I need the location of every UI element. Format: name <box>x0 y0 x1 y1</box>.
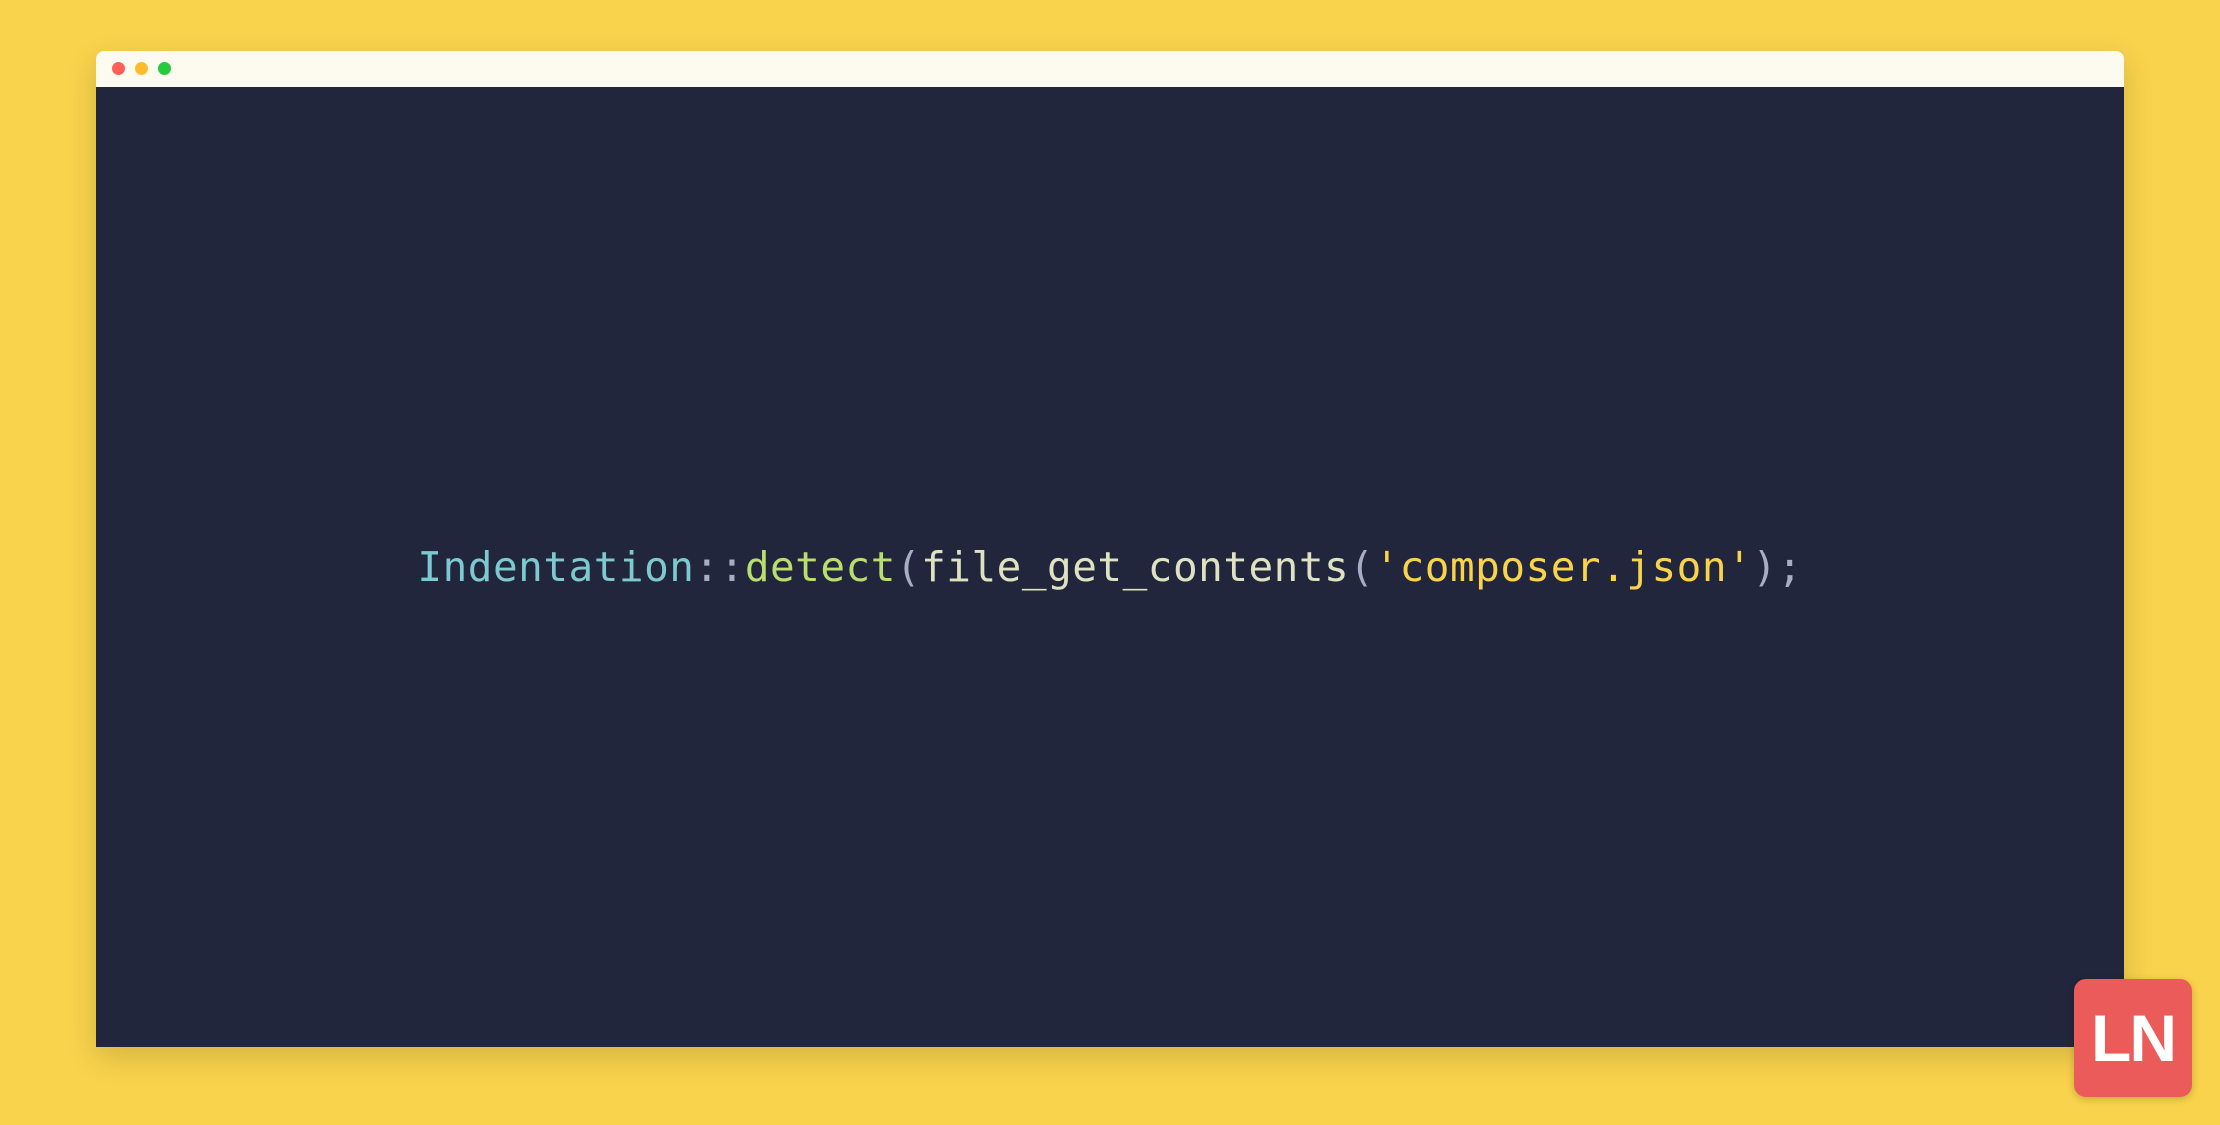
maximize-icon[interactable] <box>158 62 171 75</box>
code-editor: Indentation::detect(file_get_contents('c… <box>96 87 2124 1047</box>
close-icon[interactable] <box>112 62 125 75</box>
editor-window: Indentation::detect(file_get_contents('c… <box>96 51 2124 1047</box>
code-token-op: :: <box>694 543 744 591</box>
code-token-string: 'composer.json' <box>1374 543 1752 591</box>
code-line: Indentation::detect(file_get_contents('c… <box>417 543 1802 591</box>
brand-logo-text: LN <box>2091 1000 2175 1076</box>
code-token-method: detect <box>745 543 896 591</box>
code-token-op: ( <box>1349 543 1374 591</box>
brand-logo: LN <box>2074 979 2192 1097</box>
window-titlebar <box>96 51 2124 87</box>
code-token-op: ); <box>1752 543 1802 591</box>
code-token-class: Indentation <box>417 543 694 591</box>
code-token-op: ( <box>896 543 921 591</box>
code-token-func: file_get_contents <box>921 543 1349 591</box>
minimize-icon[interactable] <box>135 62 148 75</box>
